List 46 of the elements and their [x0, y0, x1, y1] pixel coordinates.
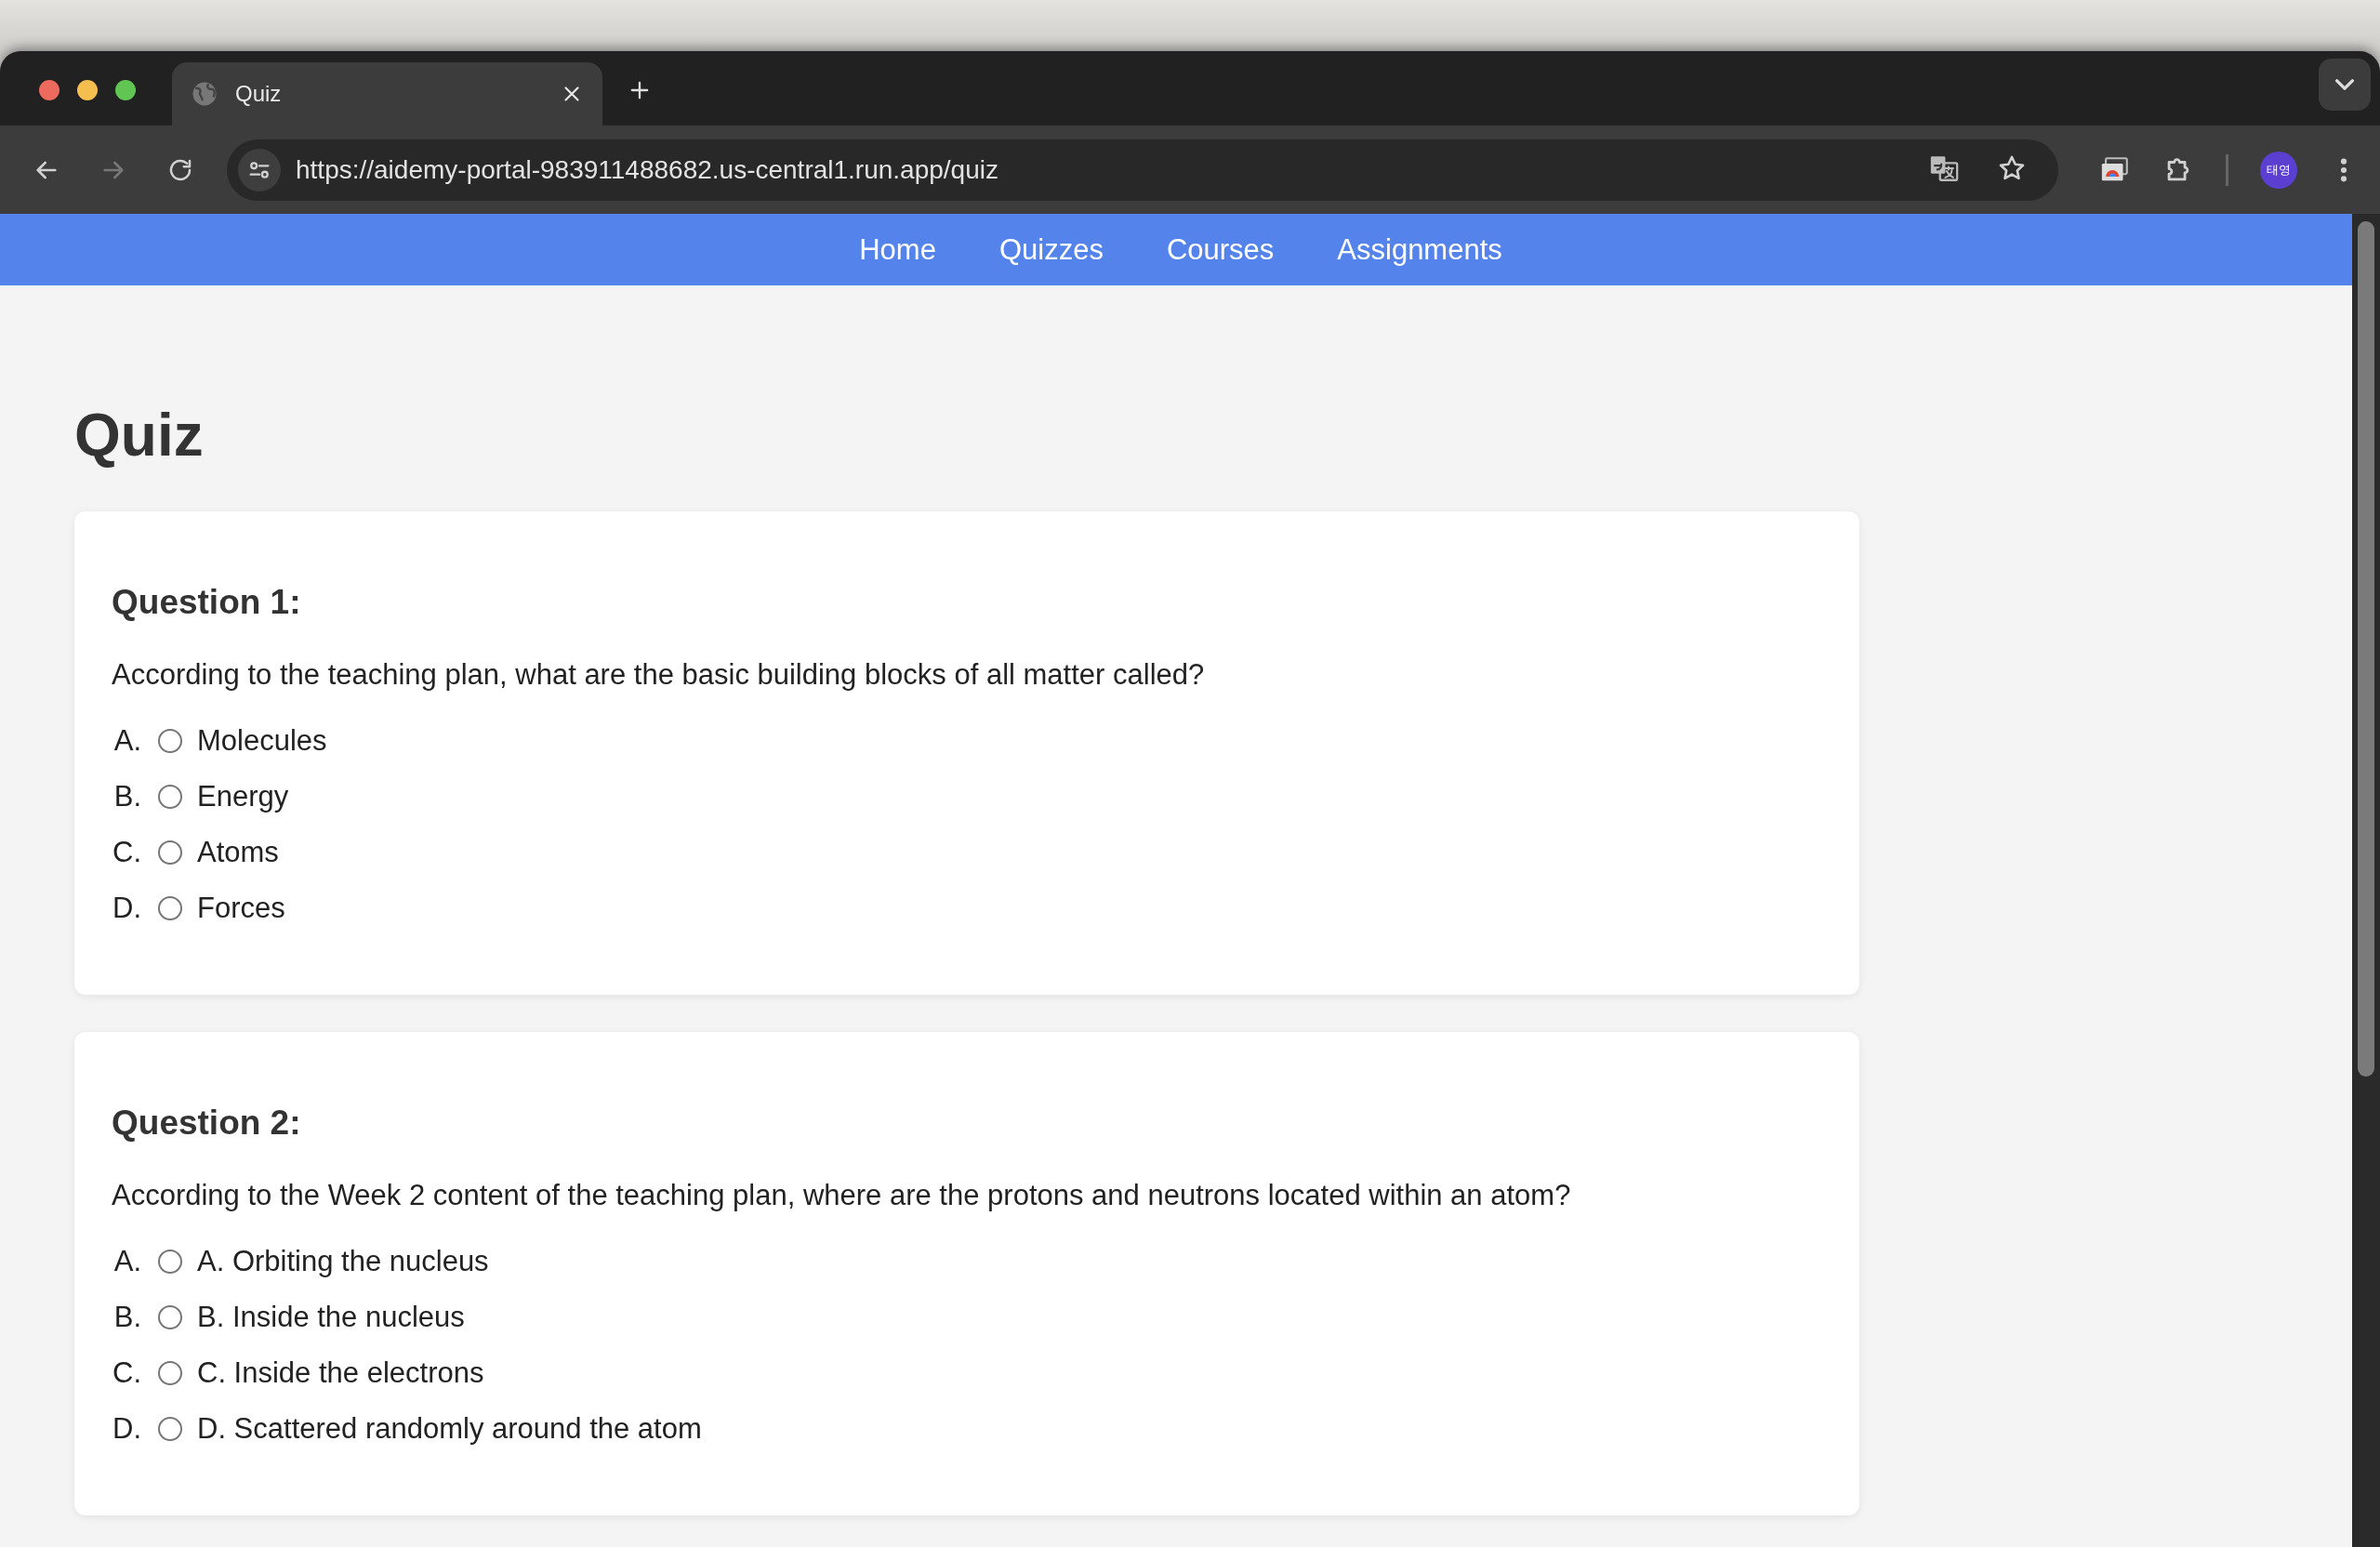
page-title: Quiz	[74, 401, 205, 470]
nav-link[interactable]: Assignments	[1337, 232, 1502, 267]
question-text: According to the Week 2 content of the teaching plan, where are the protons and neutrons located within an atom?	[112, 1178, 1572, 1213]
radio-button[interactable]	[158, 785, 182, 809]
zoom-window-button[interactable]	[115, 80, 136, 100]
scrollbar[interactable]	[2352, 214, 2380, 1547]
site-settings-button[interactable]	[238, 148, 281, 192]
question-heading: Question 1:	[112, 582, 302, 623]
browser-tab[interactable]: Quiz	[172, 62, 602, 126]
question-text: According to the teaching plan, what are the basic building blocks of all matter called?	[112, 657, 1206, 693]
option-label[interactable]: Energy	[197, 780, 289, 813]
radio-button[interactable]	[158, 840, 182, 865]
nav-link[interactable]: Courses	[1166, 232, 1275, 267]
radio-button[interactable]	[158, 1305, 182, 1329]
address-bar[interactable]: https://aidemy-portal-983911488682.us-central1.run.app/quiz	[227, 139, 2058, 201]
nav-link[interactable]: Home	[859, 232, 936, 267]
option-label[interactable]: Atoms	[197, 836, 279, 869]
radio-button[interactable]	[158, 729, 182, 753]
tab-title: Quiz	[235, 81, 283, 107]
globe-icon	[191, 80, 218, 108]
option-label[interactable]: Molecules	[197, 724, 327, 758]
option-label[interactable]: D. Scattered randomly around the atom	[197, 1412, 702, 1446]
option-letter: C.	[112, 836, 141, 869]
option-letter: B.	[112, 780, 141, 813]
radio-button[interactable]	[158, 1250, 182, 1274]
tab-list-button[interactable]	[2319, 59, 2371, 111]
option-label[interactable]: A. Orbiting the nucleus	[197, 1245, 489, 1278]
chevron-down-icon	[2335, 79, 2354, 90]
option-label[interactable]: Forces	[197, 892, 285, 925]
option-letter: A.	[112, 1245, 141, 1278]
nav-link[interactable]: Quizzes	[998, 232, 1104, 267]
option-letter: D.	[112, 892, 141, 925]
option-letter: A.	[112, 724, 141, 758]
radio-button[interactable]	[158, 1417, 182, 1441]
option-label[interactable]: B. Inside the nucleus	[197, 1301, 465, 1334]
option-letter: D.	[112, 1412, 141, 1446]
option-letter: B.	[112, 1301, 141, 1334]
option-label[interactable]: C. Inside the electrons	[197, 1356, 484, 1390]
radio-button[interactable]	[158, 1361, 182, 1385]
minimize-window-button[interactable]	[77, 80, 98, 100]
radio-button[interactable]	[158, 896, 182, 920]
question-heading: Question 2:	[112, 1103, 302, 1144]
close-window-button[interactable]	[39, 80, 60, 100]
url-text: https://aidemy-portal-983911488682.us-central1.run.app/quiz	[296, 154, 999, 185]
option-letter: C.	[112, 1356, 141, 1390]
profile-avatar[interactable]: 태영	[2260, 151, 2297, 189]
